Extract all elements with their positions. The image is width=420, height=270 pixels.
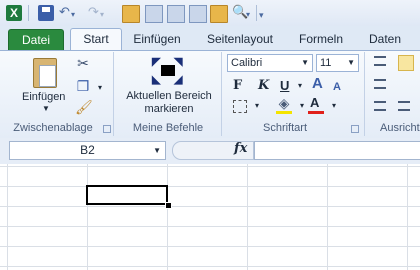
align-middle-icon[interactable] [398,55,414,71]
name-box[interactable]: B2 ▼ [9,141,166,160]
paste-dropdown-icon[interactable]: ▼ [42,104,50,113]
select-region-icon[interactable]: ◤ ◥ ◣ ◢ [152,57,184,86]
font-size-value: 11 [320,57,332,69]
select-region-label-line1: Aktuellen Bereich [126,90,212,102]
formula-bar: B2 ▼ fx [0,138,420,165]
align-top-icon[interactable] [374,56,386,66]
tab-insert[interactable]: Einfügen [132,29,182,50]
font-color-bar [308,111,324,114]
chevron-down-icon: ▼ [301,58,309,67]
border-icon[interactable] [233,100,247,113]
cut-icon[interactable]: ✂ [75,55,91,71]
select-current-region-button[interactable]: Aktuellen Bereich markieren [118,90,220,116]
open-folder-icon[interactable] [122,5,140,23]
group-label-font: Schriftart [262,122,307,134]
paste-button[interactable]: Einfügen [22,91,65,103]
qat-dropdown-icon[interactable]: ▾ [246,7,250,23]
undo-icon[interactable]: ↶ [59,4,70,20]
fill-color-icon[interactable]: ◈ [276,95,292,111]
qat-separator [28,5,29,21]
open-recent-icon[interactable] [210,5,228,23]
selected-cell[interactable] [86,185,168,205]
group-label-my-commands: Meine Befehle [132,122,204,134]
redo-icon[interactable]: ↷ [88,4,99,20]
font-size-select[interactable]: 11 ▼ [316,54,359,72]
chevron-down-icon: ▼ [153,146,161,155]
formula-input[interactable] [254,141,420,160]
excel-logo-icon[interactable]: X [6,5,22,21]
font-color-icon[interactable]: A [310,95,319,111]
undo-dropdown-icon[interactable]: ▾ [71,7,75,23]
font-launcher-icon[interactable] [351,125,359,133]
redo-dropdown-icon[interactable]: ▾ [100,7,104,23]
decrease-indent-icon[interactable] [374,101,386,111]
copy-dropdown-icon[interactable]: ▾ [92,80,108,96]
select-region-label-line2: markieren [144,103,194,115]
group-divider [113,52,114,136]
increase-indent-icon[interactable] [398,101,410,111]
align-left-icon[interactable] [374,79,386,89]
group-divider [221,52,222,136]
group-divider [364,52,365,136]
grow-font-icon[interactable]: A [312,76,323,92]
fill-color-bar [276,111,292,114]
insert-function-icon[interactable]: fx [234,141,247,156]
fill-handle[interactable] [165,202,172,209]
quick-access-toolbar: X ↶ ▾ ↷ ▾ 🔍 ▾ ▾ [0,0,420,26]
group-label-alignment: Ausricht [380,122,420,134]
font-name-select[interactable]: Calibri ▼ [227,54,313,72]
bold-button[interactable]: F [233,78,242,94]
font-name-value: Calibri [231,57,263,69]
name-box-value: B2 [80,143,95,157]
clipboard-launcher-icon[interactable] [103,125,111,133]
tab-data[interactable]: Daten [366,29,404,50]
font-color-dropdown-icon[interactable]: ▾ [326,98,342,114]
format-painter-icon[interactable]: 🖌 [75,99,93,115]
tab-home[interactable]: Start [70,28,122,50]
print-icon[interactable] [167,5,185,23]
customize-qat-icon[interactable]: ▾ [259,7,264,23]
qat-separator [256,5,257,21]
tab-page-layout[interactable]: Seitenlayout [203,29,277,50]
group-label-clipboard: Zwischenablage [13,122,93,134]
worksheet-grid[interactable] [0,164,420,270]
quick-print-icon[interactable] [189,5,207,23]
underline-dropdown-icon[interactable]: ▾ [292,78,308,94]
border-dropdown-icon[interactable]: ▾ [249,98,265,114]
save-icon[interactable] [38,5,54,21]
underline-button[interactable]: U [280,78,289,94]
copy-icon[interactable]: ❐ [75,78,91,94]
chevron-down-icon: ▼ [347,58,355,67]
ribbon-tabs: Datei Start Einfügen Seitenlayout Formel… [0,26,420,50]
italic-button[interactable]: K [258,78,269,94]
shrink-font-icon[interactable]: A [333,79,341,95]
tab-formulas[interactable]: Formeln [297,29,345,50]
paste-icon[interactable] [33,58,57,88]
new-workbook-icon[interactable] [145,5,163,23]
tab-file[interactable]: Datei [8,29,64,50]
